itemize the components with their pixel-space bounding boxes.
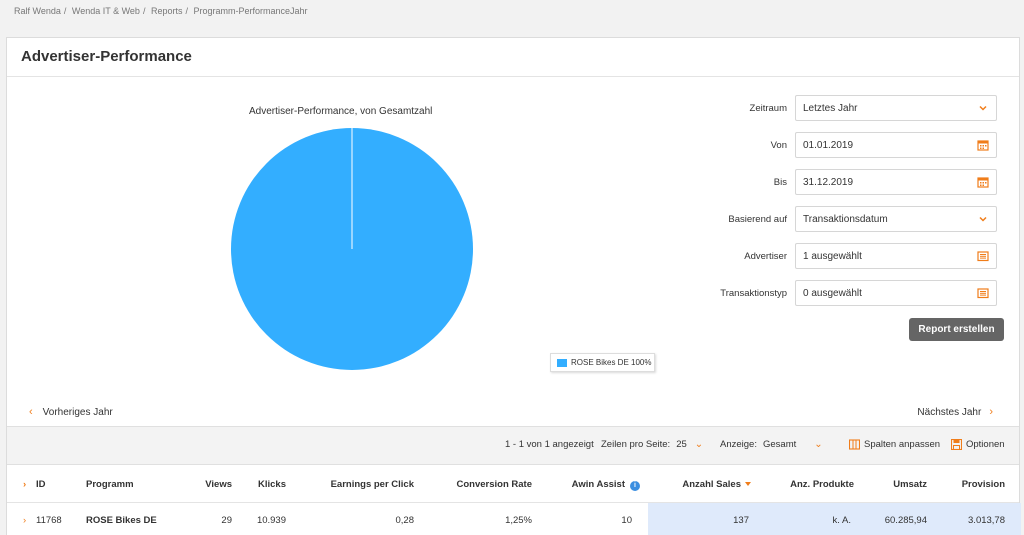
bis-date-input[interactable]: 31.12.2019 (795, 169, 997, 195)
cell-earnings-per-click: 0,28 (395, 515, 415, 526)
advertiser-row: Advertiser 1 ausgewählt (707, 243, 1004, 269)
report-erstellen-button[interactable]: Report erstellen (909, 318, 1004, 341)
header-anzahl-sales-label: Anzahl Sales (682, 479, 741, 490)
von-row: Von 01.01.2019 (707, 132, 1004, 158)
zeitraum-row: Zeitraum Letztes Jahr (707, 95, 1004, 121)
chevron-down-icon: ⌄ (814, 439, 823, 450)
von-label: Von (770, 139, 787, 151)
header-anzahl-sales[interactable]: Anzahl Sales (682, 479, 751, 490)
save-icon (951, 439, 962, 450)
info-icon[interactable]: i (630, 481, 640, 491)
transaktionstyp-label: Transaktionstyp (720, 287, 787, 299)
anzeige-value: Gesamt (762, 439, 797, 450)
optionen-label: Optionen (966, 439, 1005, 450)
header-id[interactable]: ID (36, 479, 46, 490)
transaktionstyp-value: 0 ausgewählt (803, 287, 862, 299)
advertiser-value: 1 ausgewählt (803, 250, 862, 262)
legend-label: ROSE Bikes DE 100% (571, 358, 652, 367)
cell-klicks: 10.939 (256, 515, 286, 526)
cell-awin-assist: 10 (621, 515, 632, 526)
header-anz-produkte[interactable]: Anz. Produkte (790, 479, 854, 490)
cell-conversion-rate: 1,25% (505, 515, 532, 526)
zeitraum-select[interactable]: Letztes Jahr (795, 95, 997, 121)
calendar-icon[interactable] (977, 139, 989, 151)
cell-anzahl-sales: 137 (733, 515, 749, 526)
cell-umsatz: 60.285,94 (884, 515, 927, 526)
chevron-down-icon (979, 105, 987, 111)
header-provision[interactable]: Provision (962, 479, 1005, 490)
von-date-input[interactable]: 01.01.2019 (795, 132, 997, 158)
page-title: Advertiser-Performance (21, 48, 192, 65)
basierend-row: Basierend auf Transaktionsdatum (707, 206, 1004, 232)
previous-year-link[interactable]: ‹ Vorheriges Jahr (29, 406, 113, 418)
pie-chart (231, 128, 473, 370)
cell-programm[interactable]: ROSE Bikes DE (86, 515, 157, 526)
list-icon[interactable] (977, 287, 989, 299)
zeitraum-value: Letztes Jahr (803, 102, 858, 114)
basierend-label: Basierend auf (728, 213, 787, 225)
header-views[interactable]: Views (205, 479, 232, 490)
transaktionstyp-row: Transaktionstyp 0 ausgewählt (707, 280, 1004, 306)
breadcrumb-item[interactable]: Wenda IT & Web (72, 6, 140, 16)
rows-per-page-label: Zeilen pro Seite: (601, 439, 671, 450)
breadcrumb-item: Programm-PerformanceJahr (193, 6, 308, 16)
chart-legend[interactable]: ROSE Bikes DE 100% (550, 353, 655, 372)
header-conversion-rate[interactable]: Conversion Rate (457, 479, 533, 490)
rows-per-page[interactable]: Zeilen pro Seite: 25 ⌄ (601, 439, 703, 450)
calendar-icon[interactable] (977, 176, 989, 188)
optionen-button[interactable]: Optionen (951, 439, 1005, 450)
von-value: 01.01.2019 (803, 139, 854, 151)
cell-id: 11768 (36, 515, 62, 526)
table-toolbar: 1 - 1 von 1 angezeigt Zeilen pro Seite: … (7, 426, 1019, 465)
basierend-value: Transaktionsdatum (803, 213, 888, 225)
header-awin-assist-label: Awin Assist (571, 479, 625, 490)
bis-label: Bis (773, 176, 787, 188)
pagination-count: 1 - 1 von 1 angezeigt (505, 439, 594, 450)
basierend-select[interactable]: Transaktionsdatum (795, 206, 997, 232)
chevron-down-icon: ⌄ (694, 439, 704, 450)
rows-per-page-value: 25 (676, 439, 687, 450)
zeitraum-label: Zeitraum (749, 102, 787, 114)
next-year-link[interactable]: Nächstes Jahr › (917, 406, 993, 418)
header-programm[interactable]: Programm (86, 479, 134, 490)
header-klicks[interactable]: Klicks (258, 479, 286, 490)
breadcrumb-item[interactable]: Ralf Wenda (14, 6, 61, 16)
table-row[interactable]: › 11768 ROSE Bikes DE 29 10.939 0,28 1,2… (7, 503, 1021, 535)
chevron-down-icon (979, 216, 987, 222)
spalten-anpassen-button[interactable]: Spalten anpassen (849, 439, 940, 450)
advertiser-label: Advertiser (744, 250, 787, 262)
cell-views: 29 (221, 515, 232, 526)
breadcrumb: Ralf Wenda / Wenda IT & Web / Reports / Pro… (14, 6, 308, 16)
chevron-left-icon: ‹ (29, 406, 33, 418)
breadcrumb-item[interactable]: Reports (151, 6, 183, 16)
sort-desc-icon (745, 482, 751, 487)
cell-provision: 3.013,78 (968, 515, 1005, 526)
legend-swatch (557, 358, 567, 367)
anzeige-select[interactable]: Anzeige: Gesamt ⌄ (720, 439, 823, 450)
next-year-label: Nächstes Jahr (917, 406, 982, 418)
chevron-right-icon: › (989, 406, 993, 418)
spalten-anpassen-label: Spalten anpassen (864, 439, 941, 450)
bis-row: Bis 31.12.2019 (707, 169, 1004, 195)
list-icon[interactable] (977, 250, 989, 262)
advertiser-multiselect[interactable]: 1 ausgewählt (795, 243, 997, 269)
columns-icon (849, 439, 860, 450)
bis-value: 31.12.2019 (803, 176, 854, 188)
header-awin-assist[interactable]: Awin Assist i (572, 479, 640, 491)
divider (7, 76, 1019, 77)
expand-all-icon[interactable]: › (23, 479, 26, 490)
report-card: Advertiser-Performance Advertiser-Perfor… (6, 37, 1021, 535)
cell-anz-produkte: k. A. (832, 515, 851, 526)
header-earnings-per-click[interactable]: Earnings per Click (331, 479, 414, 490)
expand-row-icon[interactable]: › (23, 515, 26, 526)
header-umsatz[interactable]: Umsatz (893, 479, 927, 490)
chart-title: Advertiser-Performance, von Gesamtzahl (249, 106, 433, 117)
table-header: › ID Programm Views Klicks Earnings per … (7, 465, 1019, 503)
transaktionstyp-multiselect[interactable]: 0 ausgewählt (795, 280, 997, 306)
previous-year-label: Vorheriges Jahr (42, 406, 113, 418)
anzeige-label: Anzeige: (720, 439, 757, 450)
